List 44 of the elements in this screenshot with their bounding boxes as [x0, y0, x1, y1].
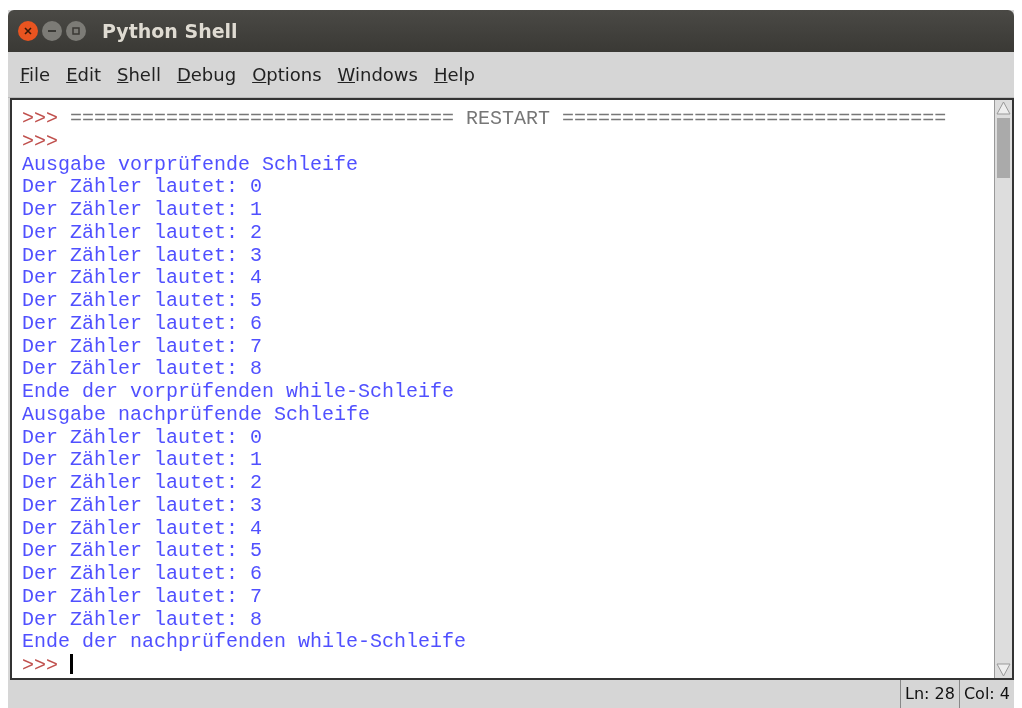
scrollbar-thumb[interactable] — [997, 118, 1010, 178]
output-line: Der Zähler lautet: 7 — [22, 334, 263, 358]
menu-item[interactable]: Windows — [329, 61, 426, 88]
output-line: Ausgabe vorprüfende Schleife — [22, 152, 359, 176]
output-line: Der Zähler lautet: 8 — [22, 357, 263, 381]
output-line: Ausgabe nachprüfende Schleife — [22, 402, 371, 426]
menu-item[interactable]: Shell — [109, 61, 169, 88]
output-line: Der Zähler lautet: 2 — [22, 220, 263, 244]
output-line: Der Zähler lautet: 4 — [22, 266, 263, 290]
maximize-icon[interactable] — [66, 21, 86, 41]
scroll-up-arrow-icon[interactable] — [995, 100, 1012, 116]
menu-item[interactable]: Edit — [58, 61, 109, 88]
scroll-down-arrow-icon[interactable] — [995, 662, 1012, 678]
shell-prompt: >>> — [22, 107, 58, 130]
output-line: Der Zähler lautet: 0 — [22, 425, 263, 449]
menu-item[interactable]: File — [12, 61, 59, 88]
output-line: Der Zähler lautet: 3 — [22, 243, 263, 267]
output-line: Der Zähler lautet: 5 — [22, 539, 263, 563]
text-cursor — [70, 654, 74, 674]
scrollbar[interactable] — [994, 100, 1012, 678]
output-line: Der Zähler lautet: 6 — [22, 562, 263, 585]
restart-line: ================================ RESTART ================================ — [70, 107, 947, 130]
shell-prompt: >>> — [22, 654, 58, 677]
output-line: Der Zähler lautet: 2 — [22, 471, 263, 494]
output-line: Der Zähler lautet: 7 — [22, 584, 263, 608]
column-number-status: Col: 4 — [958, 680, 1014, 708]
output-line: Der Zähler lautet: 5 — [22, 289, 263, 312]
output-line: Ende der nachprüfenden while-Schleife — [22, 630, 467, 654]
output-line: Der Zähler lautet: 4 — [22, 516, 263, 540]
minimize-icon[interactable] — [42, 21, 62, 41]
output-line: Der Zähler lautet: 8 — [22, 607, 263, 631]
output-line: Der Zähler lautet: 1 — [22, 448, 263, 472]
output-line: Der Zähler lautet: 6 — [22, 311, 263, 335]
menu-item[interactable]: Debug — [168, 61, 245, 88]
window-title: Python Shell — [102, 18, 238, 44]
close-icon[interactable] — [18, 21, 38, 41]
output-line: Der Zähler lautet: 0 — [22, 175, 263, 199]
menu-item[interactable]: Options — [244, 61, 330, 88]
shell-prompt: >>> — [22, 129, 58, 153]
output-line: Der Zähler lautet: 3 — [22, 493, 263, 517]
output-line: Ende der vorprüfenden while-Schleife — [22, 380, 455, 403]
menu-item[interactable]: Help — [425, 61, 483, 88]
line-number-status: Ln: 28 — [900, 680, 959, 708]
output-line: Der Zähler lautet: 1 — [22, 198, 263, 221]
